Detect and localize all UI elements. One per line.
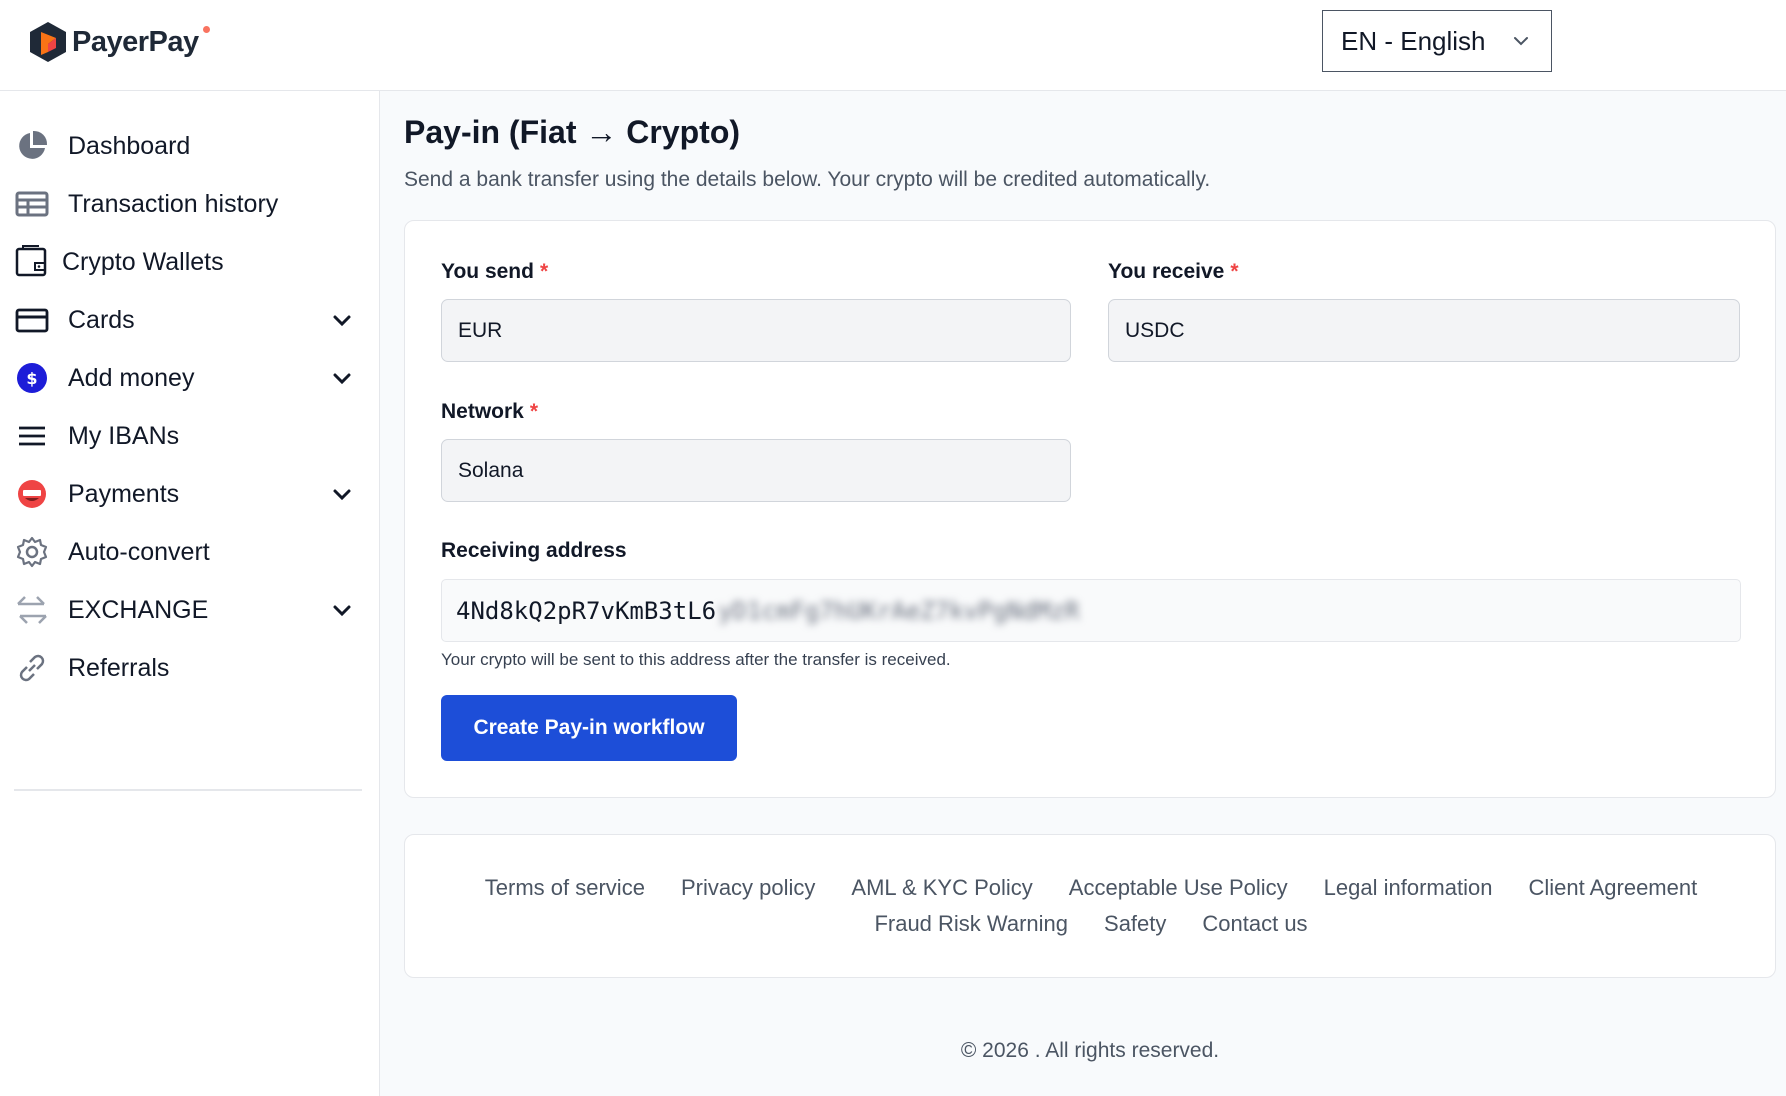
send-label: You send * <box>441 260 549 283</box>
address-visible-part: 4Nd8kQ2pR7vKmB3tL6 <box>456 596 717 625</box>
footer-link-safety[interactable]: Safety <box>1104 911 1166 937</box>
footer-links-row-2: Fraud Risk Warning Safety Contact us <box>405 911 1777 937</box>
sidebar-item-label: Payments <box>68 479 180 508</box>
language-select-value: EN - English <box>1341 25 1486 56</box>
sidebar-item-label: Referrals <box>68 653 170 682</box>
payments-icon <box>14 476 50 512</box>
receive-currency-select[interactable]: USDC <box>1108 299 1740 362</box>
sidebar-item-label: Add money <box>68 363 195 392</box>
address-hint: Your crypto will be sent to this address… <box>441 650 951 669</box>
sidebar-item-crypto-wallets[interactable]: Crypto Wallets <box>0 234 380 290</box>
sidebar-item-exchange[interactable]: EXCHANGE <box>0 582 380 638</box>
receiving-address-label: Receiving address <box>441 539 627 562</box>
receive-label: You receive * <box>1108 260 1239 283</box>
sidebar: Dashboard Transaction history Crypto Wal… <box>0 91 380 1096</box>
chevron-down-icon <box>1514 37 1528 46</box>
copyright-text: © 2026 . All rights reserved. <box>960 1039 1220 1062</box>
network-value: Solana <box>458 458 524 482</box>
sidebar-item-label: Cards <box>68 305 135 334</box>
footer-link-legal[interactable]: Legal information <box>1324 875 1493 901</box>
page-title: Pay-in (Fiat → Crypto) <box>404 114 741 150</box>
footer-link-privacy[interactable]: Privacy policy <box>681 875 815 901</box>
chevron-down-icon <box>333 489 351 501</box>
receiving-address-field[interactable]: 4Nd8kQ2pR7vKmB3tL6 yD1cmFg7hUKrAeZ7kvPgNd… <box>441 579 1741 642</box>
table-icon <box>14 186 50 222</box>
link-icon <box>14 650 50 686</box>
add-money-icon: $ <box>14 360 50 396</box>
create-pay-in-button[interactable]: Create Pay-in workflow <box>441 695 737 761</box>
chevron-down-icon <box>333 373 351 385</box>
svg-text:$: $ <box>26 369 37 388</box>
pay-in-form-card: You send * EUR You receive * USDC Network *… <box>404 220 1776 798</box>
sidebar-item-transaction-history[interactable]: Transaction history <box>0 176 380 232</box>
send-currency-value: EUR <box>458 318 503 342</box>
sidebar-item-dashboard[interactable]: Dashboard <box>0 118 380 174</box>
sidebar-item-label: Auto-convert <box>68 537 210 566</box>
payerpay-logo-icon <box>30 22 66 62</box>
footer-link-client-agreement[interactable]: Client Agreement <box>1528 875 1697 901</box>
required-mark: * <box>1230 260 1239 283</box>
page-subtitle: Send a bank transfer using the details b… <box>404 168 1211 191</box>
gear-icon <box>14 534 50 570</box>
network-select[interactable]: Solana <box>441 439 1071 502</box>
brand-dot <box>202 25 210 33</box>
pie-chart-icon <box>14 128 50 164</box>
sidebar-item-payments[interactable]: Payments <box>0 466 380 522</box>
footer-link-fraud-risk[interactable]: Fraud Risk Warning <box>874 911 1068 937</box>
footer-link-aml-kyc[interactable]: AML & KYC Policy <box>851 875 1032 901</box>
footer-link-contact[interactable]: Contact us <box>1202 911 1307 937</box>
exchange-arrows-icon <box>14 592 50 628</box>
send-currency-select[interactable]: EUR <box>441 299 1071 362</box>
sidebar-item-label: Transaction history <box>68 189 279 218</box>
network-label: Network * <box>441 400 539 423</box>
sidebar-item-auto-convert[interactable]: Auto-convert <box>0 524 380 580</box>
sidebar-divider <box>14 789 362 791</box>
sidebar-item-label: Dashboard <box>68 131 191 160</box>
chevron-down-icon <box>333 315 351 327</box>
language-select[interactable]: EN - English <box>1322 10 1552 72</box>
required-mark: * <box>539 260 549 283</box>
top-header: PayerPay EN - English <box>0 0 1786 91</box>
chevron-down-icon <box>333 605 351 617</box>
sidebar-item-referrals[interactable]: Referrals <box>0 640 380 696</box>
footer-link-acceptable-use[interactable]: Acceptable Use Policy <box>1069 875 1288 901</box>
sidebar-item-my-ibans[interactable]: My IBANs <box>0 408 380 464</box>
footer-link-terms[interactable]: Terms of service <box>485 875 645 901</box>
address-redacted-part: yD1cmFg7hUKrAeZ7kvPgNdMzR <box>718 596 1080 625</box>
sidebar-item-label: My IBANs <box>68 421 180 450</box>
menu-lines-icon <box>14 418 50 454</box>
sidebar-item-label: Crypto Wallets <box>62 247 224 276</box>
wallet-icon <box>14 244 50 280</box>
footer-links-card: Terms of service Privacy policy AML & KY… <box>404 834 1776 978</box>
footer-links-row-1: Terms of service Privacy policy AML & KY… <box>405 875 1777 901</box>
brand-name: PayerPay <box>72 25 210 59</box>
credit-card-icon <box>14 302 50 338</box>
receive-currency-value: USDC <box>1125 318 1185 342</box>
required-mark: * <box>529 400 539 423</box>
brand-logo[interactable]: PayerPay <box>28 20 210 64</box>
sidebar-item-cards[interactable]: Cards <box>0 292 380 348</box>
sidebar-item-add-money[interactable]: $ Add money <box>0 350 380 406</box>
sidebar-item-label: EXCHANGE <box>68 595 209 624</box>
